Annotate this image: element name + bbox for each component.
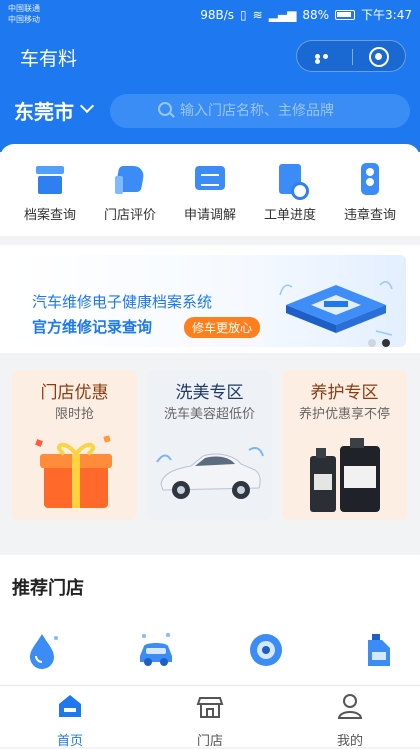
tire-icon[interactable] bbox=[246, 630, 286, 670]
more-dots-icon[interactable] bbox=[315, 54, 337, 64]
clock: 下午3:47 bbox=[361, 8, 412, 22]
promo-subtitle: 养护优惠享不停 bbox=[298, 407, 390, 422]
work-order-icon bbox=[273, 162, 309, 200]
quick-action-label: 档案查询 bbox=[23, 208, 76, 223]
quick-action-label: 违章查询 bbox=[343, 208, 396, 223]
thumbs-up-icon bbox=[113, 162, 147, 196]
signal-icon: ▂▄▆ bbox=[268, 7, 297, 22]
store-icon bbox=[196, 697, 224, 718]
engine-oil-bottle-icon bbox=[310, 438, 380, 512]
net-speed: 98B/s bbox=[200, 7, 235, 22]
home-icon bbox=[59, 695, 81, 717]
circuit-chip-illustration bbox=[279, 281, 393, 336]
mini-program-capsule bbox=[296, 40, 406, 72]
search-box[interactable] bbox=[110, 94, 410, 128]
banner-carousel[interactable]: 汽车维修电子健康档案系统 官方维修记录查询 修车更放心 bbox=[0, 245, 420, 353]
quick-action-mediation[interactable]: 申请调解 bbox=[168, 162, 252, 223]
banner-headline: 汽车维修电子健康档案系统 bbox=[32, 293, 213, 311]
vibrate-icon: ▯ bbox=[240, 7, 247, 22]
oil-can-icon[interactable] bbox=[360, 630, 400, 670]
tab-label: 我的 bbox=[336, 734, 363, 749]
promo-title: 门店优惠 bbox=[40, 383, 109, 403]
quick-action-store-review[interactable]: 门店评价 bbox=[88, 162, 172, 223]
app-title: 车有料 bbox=[20, 48, 78, 70]
carousel-dot-active[interactable] bbox=[382, 339, 390, 347]
carousel-dot[interactable] bbox=[368, 339, 376, 347]
tab-store[interactable]: 门店 bbox=[175, 692, 245, 749]
promo-car-wash[interactable]: 洗美专区 洗车美容超低价 bbox=[147, 370, 272, 520]
quick-action-violation[interactable]: 违章查询 bbox=[328, 162, 412, 223]
banner-tag: 修车更放心 bbox=[184, 317, 261, 338]
city-selector[interactable]: 东莞市 bbox=[14, 96, 74, 125]
mini-program-header: 车有料 bbox=[0, 30, 420, 82]
banner-slide[interactable]: 汽车维修电子健康档案系统 官方维修记录查询 修车更放心 bbox=[14, 255, 406, 347]
traffic-light-icon bbox=[353, 162, 387, 196]
search-area: 东莞市 bbox=[0, 82, 420, 152]
profile-icon bbox=[337, 694, 363, 719]
quick-action-archive[interactable]: 档案查询 bbox=[8, 162, 92, 223]
tab-profile[interactable]: 我的 bbox=[315, 692, 385, 749]
status-bar: 中国联通 中国移动 98B/s ▯ ≋ ▂▄▆ 88% 下午3:47 bbox=[0, 0, 420, 30]
quick-action-label: 申请调解 bbox=[183, 208, 236, 223]
recommended-stores-section: 推荐门店 bbox=[0, 555, 420, 685]
tab-home[interactable]: 首页 bbox=[35, 692, 105, 749]
archive-icon bbox=[33, 162, 67, 196]
bottom-tab-bar: 首页 门店 我的 bbox=[0, 685, 420, 749]
quick-action-label: 门店评价 bbox=[103, 208, 156, 223]
promo-subtitle: 洗车美容超低价 bbox=[163, 407, 255, 422]
gift-box-icon bbox=[35, 435, 112, 508]
promo-store-deals[interactable]: 门店优惠 限时抢 bbox=[12, 370, 137, 520]
capsule-divider bbox=[352, 49, 353, 65]
status-indicators: 98B/s ▯ ≋ ▂▄▆ 88% 下午3:47 bbox=[200, 6, 412, 23]
quick-action-label: 工单进度 bbox=[263, 208, 316, 223]
car-wash-icon[interactable] bbox=[136, 630, 176, 670]
battery-icon bbox=[335, 9, 356, 20]
promo-maintenance[interactable]: 养护专区 养护优惠享不停 bbox=[282, 370, 407, 520]
tab-label: 首页 bbox=[56, 734, 83, 749]
search-input[interactable] bbox=[180, 94, 400, 128]
quick-action-work-order[interactable]: 工单进度 bbox=[248, 162, 332, 223]
message-icon bbox=[193, 162, 227, 196]
carrier-2: 中国移动 bbox=[8, 15, 40, 24]
close-target-icon[interactable] bbox=[369, 47, 389, 67]
banner-subheadline: 官方维修记录查询 bbox=[32, 318, 153, 336]
tab-label: 门店 bbox=[196, 734, 223, 749]
search-icon bbox=[158, 102, 174, 118]
promo-title: 洗美专区 bbox=[175, 383, 244, 403]
carrier-info: 中国联通 中国移动 bbox=[8, 3, 40, 25]
water-drop-icon[interactable] bbox=[22, 630, 62, 670]
carrier-1: 中国联通 bbox=[8, 4, 40, 13]
car-illustration bbox=[156, 447, 264, 499]
promo-subtitle: 限时抢 bbox=[54, 407, 94, 422]
quick-actions-panel: 档案查询 门店评价 申请调解 工单进度 违章查询 bbox=[0, 144, 420, 236]
promo-title: 养护专区 bbox=[310, 383, 379, 403]
battery-percent: 88% bbox=[302, 7, 330, 22]
chevron-down-icon[interactable] bbox=[79, 98, 95, 114]
section-title: 推荐门店 bbox=[12, 578, 84, 599]
wifi-icon: ≋ bbox=[252, 7, 263, 22]
